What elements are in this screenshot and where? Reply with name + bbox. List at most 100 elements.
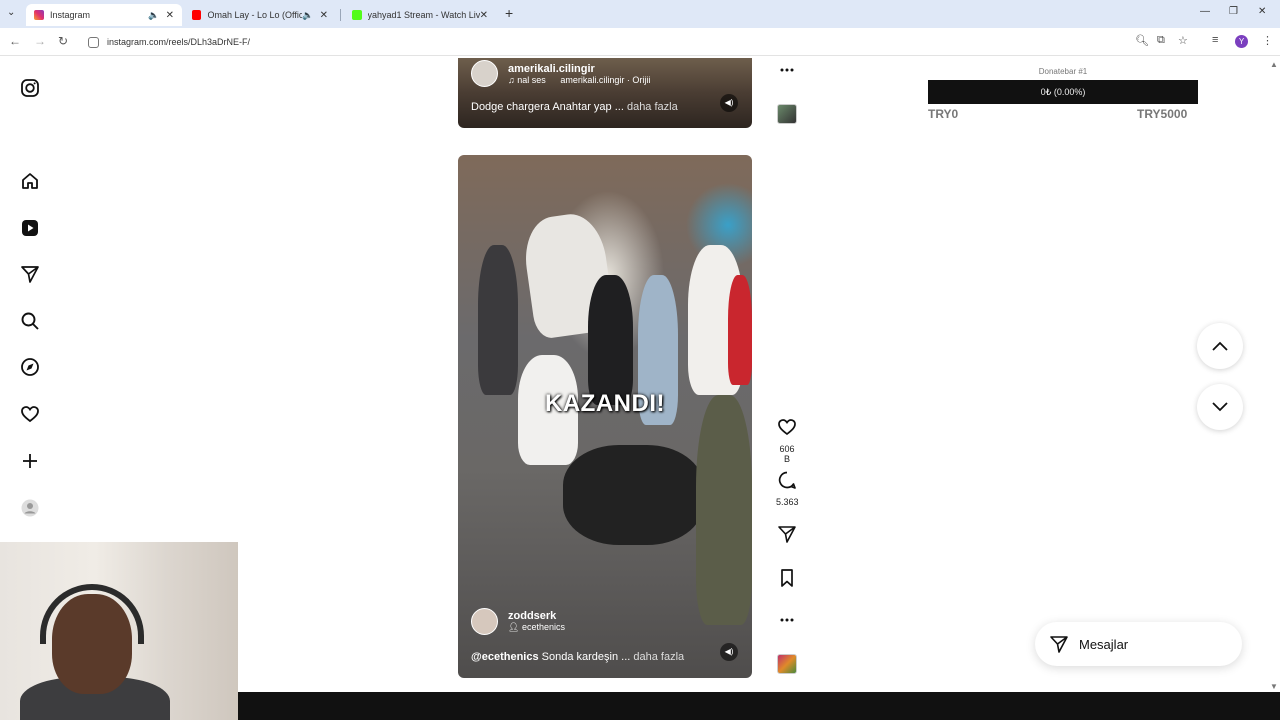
athlete-figure [563,445,703,545]
share-icon[interactable] [776,524,798,544]
crowd-figure [588,275,633,405]
instagram-favicon-icon [34,10,44,20]
browser-tab-bar: ⌄ Instagram 🔈 ✕ Omah Lay - Lo Lo (Offici… [0,0,1280,28]
donatebar-min: TRY0 [928,107,959,121]
audio-thumbnail[interactable] [777,654,797,674]
music-note-icon: ♫ [508,74,518,85]
crowd-figure [696,395,752,625]
like-count: 606 B [779,444,795,464]
forward-icon[interactable]: → [34,34,46,48]
more-options-icon[interactable] [776,614,798,626]
reading-list-icon[interactable]: ≡ [1212,34,1218,46]
comment-icon[interactable] [777,470,797,490]
audio-extra: amerikali.cilingir · Orijii [560,74,651,85]
tab-close-icon[interactable]: ✕ [320,10,328,21]
audio-label: nal ses [517,74,546,85]
browser-menu-icon[interactable]: ⋮ [1262,34,1273,47]
reload-icon[interactable]: ↻ [58,34,68,48]
more-options-icon[interactable] [776,64,798,76]
tab-title: Instagram [50,10,91,20]
window-close-icon[interactable]: ✕ [1258,6,1266,17]
tab-title: Omah Lay - Lo Lo (Official V [207,10,303,20]
more-link[interactable]: daha fazla [627,101,678,113]
sound-toggle-icon[interactable]: ◀) [720,643,738,661]
profile-avatar[interactable]: Y [1235,35,1248,48]
reel-previous[interactable]: amerikali.cilingir ♫ nal ses amerikali.c… [458,58,752,128]
scroll-up-icon[interactable]: ▲ [1270,60,1278,69]
url-text: instagram.com/reels/DLh3aDrNE-F/ [107,37,251,47]
messages-button[interactable]: Mesajlar [1035,622,1242,666]
tab-title: yahyad1 Stream - Watch Live o [367,10,480,20]
reels-icon[interactable] [20,218,40,238]
more-link[interactable]: daha fazla [633,651,684,663]
reel-description: Dodge chargera Anahtar yap ... daha fazl… [471,101,678,113]
tab-youtube[interactable]: Omah Lay - Lo Lo (Official V 🔈 ✕ [184,4,336,26]
reel-username[interactable]: zoddserk [508,610,565,622]
tab-close-icon[interactable]: ✕ [480,10,488,21]
reel-overlay-text: KAZANDI! [545,390,665,417]
profile-icon[interactable] [20,498,40,518]
site-info-icon[interactable] [88,36,99,48]
description-text: Dodge chargera Anahtar yap ... [471,101,624,113]
browser-toolbar: ← → ↻ instagram.com/reels/DLh3aDrNE-F/ 🔍… [0,28,1280,56]
crowd-figure [478,245,518,395]
reel-collab[interactable]: 👤︎ ecethenics [508,622,565,633]
chevron-up-icon [1212,341,1228,351]
home-icon[interactable] [20,171,40,191]
reel-audio[interactable]: ♫ nal ses amerikali.cilingir · Orijii [508,75,650,85]
tab-search-icon[interactable]: ⌄ [7,7,15,18]
tab-audio-icon[interactable]: 🔈 [302,10,313,21]
mention-link[interactable]: @ecethenics [471,651,539,663]
bookmark-star-icon[interactable]: ☆ [1178,34,1188,47]
previous-reel-button[interactable] [1197,323,1243,369]
save-bookmark-icon[interactable] [776,568,798,588]
comment-action[interactable]: 5.363 [776,470,799,507]
webcam-overlay [0,542,238,720]
search-icon[interactable] [20,311,40,331]
instagram-logo-icon[interactable] [20,78,40,98]
comment-count: 5.363 [776,497,799,507]
tab-separator [340,9,341,21]
notifications-heart-icon[interactable] [20,404,40,424]
address-bar[interactable]: instagram.com/reels/DLh3aDrNE-F/ [86,32,1196,52]
bottom-bar [238,692,1280,720]
sound-toggle-icon[interactable]: ◀) [720,94,738,112]
create-plus-icon[interactable] [20,451,40,471]
new-tab-button[interactable]: + [505,5,513,21]
direct-message-icon[interactable] [20,264,40,284]
tab-close-icon[interactable]: ✕ [166,10,174,21]
install-app-icon[interactable]: ⧉ [1157,34,1165,47]
back-icon[interactable]: ← [9,34,21,48]
headset-icon [40,584,144,644]
collab-name: ecethenics [521,622,565,632]
minimize-icon[interactable]: — [1200,6,1210,17]
chevron-down-icon [1212,402,1228,412]
avatar[interactable] [471,60,498,87]
youtube-favicon-icon [192,10,202,20]
reel-username[interactable]: amerikali.cilingir [508,63,650,75]
crowd-figure [728,275,752,385]
person-icon: 👤︎ [508,622,522,632]
like-heart-icon[interactable] [777,417,797,437]
zoom-icon[interactable]: 🔍︎ [1135,34,1149,47]
next-reel-button[interactable] [1197,384,1243,430]
reel-author[interactable]: zoddserk 👤︎ ecethenics [471,608,565,635]
restore-icon[interactable]: ❐ [1229,6,1238,17]
reel-description: @ecethenics Sonda kardeşin ... daha fazl… [471,651,684,663]
avatar[interactable] [471,608,498,635]
scroll-down-icon[interactable]: ▼ [1270,682,1278,691]
messages-label: Mesajlar [1079,636,1129,652]
donatebar-progress: 0₺ (0.00%) [928,80,1198,104]
like-action[interactable]: 606 B [776,417,798,464]
donatebar-title: Donatebar #1 [1038,67,1088,76]
tab-kick[interactable]: yahyad1 Stream - Watch Live o ✕ [344,4,496,26]
tab-audio-icon[interactable]: 🔈 [148,10,159,21]
reel-author[interactable]: amerikali.cilingir ♫ nal ses amerikali.c… [471,60,650,87]
direct-message-icon [1050,636,1068,653]
tab-instagram[interactable]: Instagram 🔈 ✕ [26,4,182,26]
audio-thumbnail[interactable] [777,104,797,124]
donatebar-max: TRY5000 [1137,107,1188,121]
description-text: Sonda kardeşin ... [538,651,631,663]
explore-icon[interactable] [20,357,40,377]
reel-current[interactable]: KAZANDI! zoddserk 👤︎ ecethenics @ecethen… [458,155,752,678]
